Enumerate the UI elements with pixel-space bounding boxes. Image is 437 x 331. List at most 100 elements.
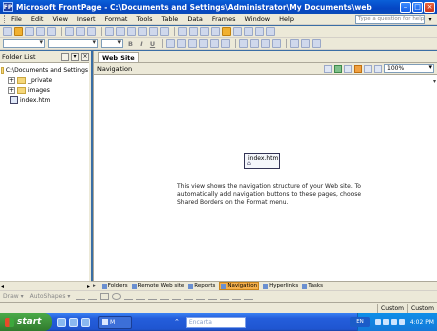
textbox-icon[interactable] — [124, 293, 134, 300]
frontpage-app-icon[interactable]: FP — [3, 2, 13, 12]
font-color-icon[interactable] — [312, 39, 321, 48]
insert-table-icon[interactable] — [178, 27, 187, 36]
menu-data[interactable]: Data — [187, 15, 203, 23]
menu-file[interactable]: File — [11, 15, 22, 23]
close-icon[interactable]: × — [81, 52, 89, 61]
volume-icon[interactable] — [382, 319, 389, 325]
add-existing-page-icon[interactable] — [334, 64, 342, 73]
new-page-icon[interactable] — [3, 27, 12, 36]
maximize-icon[interactable]: □ — [412, 1, 423, 13]
network-icon[interactable] — [374, 319, 381, 325]
justify-icon[interactable] — [199, 39, 208, 48]
menu-insert[interactable]: Insert — [77, 15, 96, 23]
included-navigation-icon[interactable] — [364, 64, 372, 73]
tab-web-site[interactable]: Web Site — [98, 52, 139, 62]
highlight-icon[interactable] — [301, 39, 310, 48]
menu-frames[interactable]: Frames — [212, 15, 236, 23]
menu-tools[interactable]: Tools — [136, 15, 152, 23]
picture-icon[interactable] — [148, 293, 158, 300]
clock[interactable]: 4:02 PM — [410, 319, 434, 326]
taskbar-frontpage-button[interactable]: M — [98, 315, 132, 329]
align-right-icon[interactable] — [188, 39, 197, 48]
underline-icon[interactable]: U — [148, 40, 157, 48]
tab-navigation[interactable]: Navigation — [219, 282, 260, 290]
browser-icon[interactable] — [57, 317, 66, 327]
align-center-icon[interactable] — [177, 39, 186, 48]
arrow-icon[interactable] — [88, 293, 98, 300]
increase-font-icon[interactable] — [210, 39, 219, 48]
numbering-icon[interactable] — [239, 39, 248, 48]
tab-tasks[interactable]: Tasks — [302, 283, 323, 289]
tab-hyperlinks[interactable]: Hyperlinks — [263, 283, 298, 289]
show-all-icon[interactable] — [255, 27, 264, 36]
encarta-search-input[interactable]: Encarta — [185, 316, 246, 328]
menu-window[interactable]: Window — [244, 15, 270, 23]
hyperlink-icon[interactable] — [222, 27, 231, 36]
print-icon[interactable] — [65, 27, 74, 36]
spelling-icon[interactable] — [87, 27, 96, 36]
autoshapes-menu[interactable]: AutoShapes ▾ — [30, 293, 71, 300]
stop-icon[interactable] — [244, 27, 253, 36]
chevron-down-icon[interactable]: ▾ — [71, 52, 79, 61]
line-style-icon[interactable] — [196, 293, 206, 300]
menu-table[interactable]: Table — [162, 15, 179, 23]
fill-color-icon[interactable] — [160, 293, 170, 300]
rectangle-icon[interactable] — [100, 293, 110, 300]
style-select[interactable] — [3, 38, 45, 48]
cut-icon[interactable] — [105, 27, 114, 36]
update-icon[interactable] — [398, 319, 405, 325]
scroll-right-icon[interactable]: ▸ — [87, 283, 90, 290]
font-select[interactable] — [48, 38, 98, 48]
menu-edit[interactable]: Edit — [31, 15, 44, 23]
line-color-icon[interactable] — [172, 293, 182, 300]
language-indicator[interactable]: EN — [350, 317, 370, 327]
minimize-icon[interactable]: – — [400, 1, 411, 13]
draw-menu[interactable]: Draw ▾ — [3, 293, 24, 300]
save-icon[interactable] — [25, 27, 34, 36]
arrow-style-icon[interactable] — [220, 293, 230, 300]
decrease-font-icon[interactable] — [221, 39, 230, 48]
chevron-down-icon[interactable]: ▾ — [426, 16, 434, 23]
bullets-icon[interactable] — [250, 39, 259, 48]
bold-icon[interactable]: B — [126, 40, 135, 48]
tab-folders[interactable]: Folders — [101, 283, 128, 289]
close-icon[interactable]: × — [424, 1, 435, 13]
publish-icon[interactable] — [47, 27, 56, 36]
tab-nav-arrow[interactable]: ▸ — [93, 283, 98, 289]
font-size-select[interactable] — [101, 38, 123, 48]
scroll-left-icon[interactable]: ◂ — [1, 283, 4, 290]
search-icon[interactable] — [36, 27, 45, 36]
format-painter-icon[interactable] — [138, 27, 147, 36]
tree-item-root[interactable]: C:\Documents and Settings — [1, 65, 88, 75]
start-button[interactable]: start — [0, 313, 52, 331]
toolbar-grip[interactable] — [4, 15, 7, 23]
chevron-up-icon[interactable]: ⌃ — [174, 318, 180, 326]
paste-icon[interactable] — [127, 27, 136, 36]
tab-reports[interactable]: Reports — [188, 283, 215, 289]
undo-icon[interactable] — [149, 27, 158, 36]
tree-item-private[interactable]: + _private — [1, 75, 88, 85]
media-player-icon[interactable] — [69, 317, 78, 327]
font-color-icon[interactable] — [184, 293, 194, 300]
insert-picture-icon[interactable] — [200, 27, 209, 36]
italic-icon[interactable]: I — [137, 40, 146, 48]
drawing-icon[interactable] — [211, 27, 220, 36]
3d-icon[interactable] — [244, 293, 254, 300]
shadow-icon[interactable] — [232, 293, 242, 300]
view-subtree-icon[interactable] — [354, 64, 362, 73]
open-folder-icon[interactable] — [14, 27, 23, 36]
refresh-icon[interactable] — [233, 27, 242, 36]
zoom-select[interactable]: 100% — [384, 64, 434, 73]
menu-view[interactable]: View — [52, 15, 67, 23]
expand-icon[interactable]: + — [8, 76, 15, 84]
portrait-landscape-icon[interactable] — [344, 64, 352, 73]
external-link-icon[interactable] — [374, 64, 382, 73]
dash-style-icon[interactable] — [208, 293, 218, 300]
add-page-icon[interactable] — [324, 64, 332, 73]
increase-indent-icon[interactable] — [272, 39, 281, 48]
nav-page-node[interactable]: index.htm ⌂ — [243, 153, 281, 174]
borders-icon[interactable] — [290, 39, 299, 48]
insert-layer-icon[interactable] — [189, 27, 198, 36]
align-left-icon[interactable] — [166, 39, 175, 48]
preview-icon[interactable] — [76, 27, 85, 36]
